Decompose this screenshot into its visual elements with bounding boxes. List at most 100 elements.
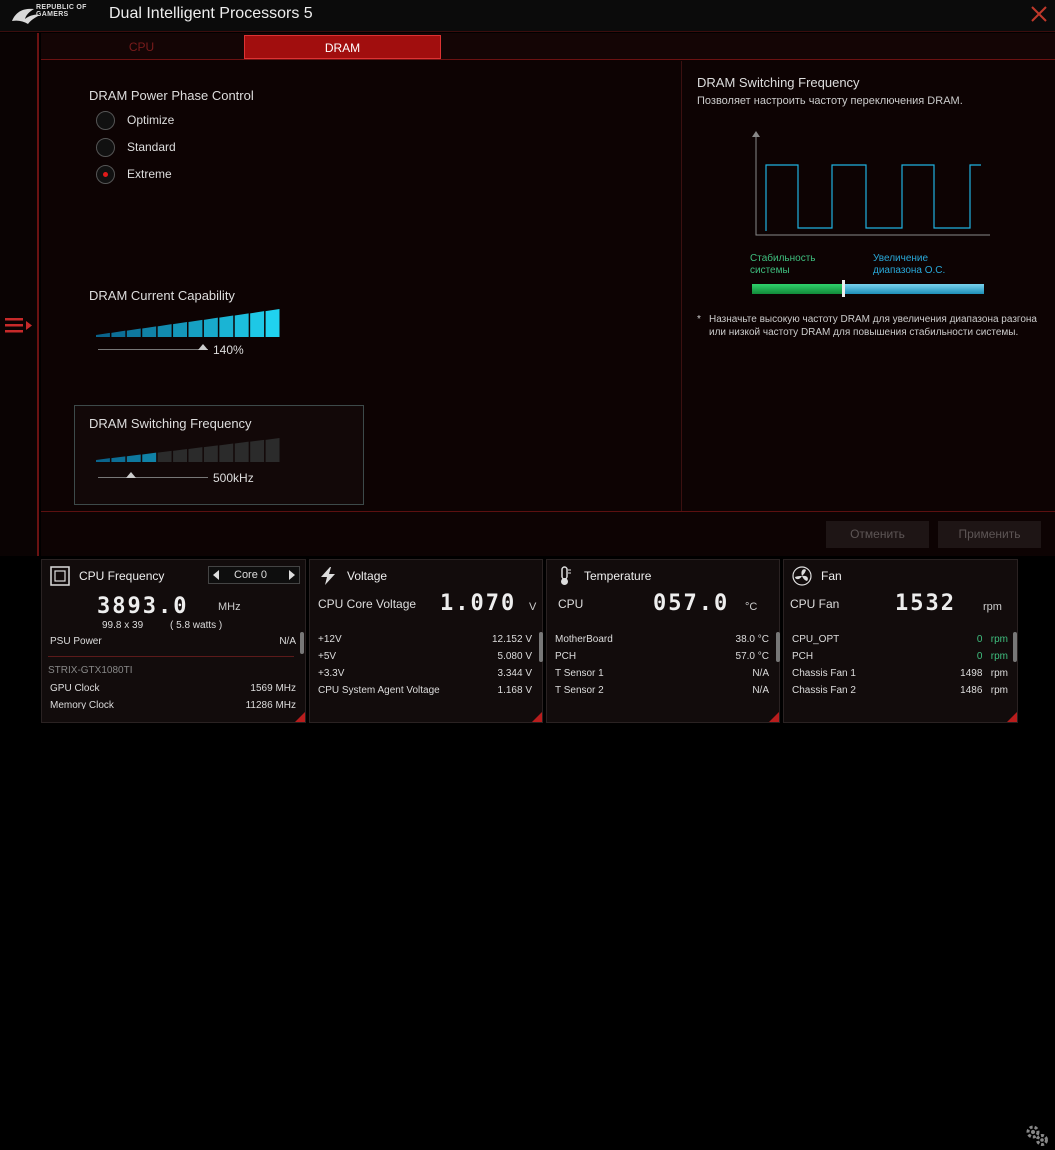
radio-button[interactable] <box>96 110 115 130</box>
fan-main-value: 1532 <box>895 591 956 616</box>
fan-speed-value: 1486 <box>960 685 983 696</box>
voltage-main-value: 1.070 <box>440 591 517 616</box>
settings-gear-icon[interactable] <box>1023 1122 1051 1150</box>
row-key: T Sensor 1 <box>555 668 604 679</box>
info-title: DRAM Switching Frequency <box>697 75 860 90</box>
temperature-title: Temperature <box>584 569 652 583</box>
fan-main-unit: rpm <box>983 601 1002 613</box>
menu-expand-icon[interactable] <box>4 316 36 338</box>
fan-speed-unit: rpm <box>990 651 1008 662</box>
radio-button-selected[interactable] <box>96 164 115 184</box>
row-key: +5V <box>318 651 337 662</box>
logo-line-2: GAMERS <box>36 11 69 18</box>
switching-frequency-title: DRAM Switching Frequency <box>89 416 252 431</box>
list-item: PCH 0 rpm <box>792 649 1008 666</box>
radio-optimize[interactable]: Optimize <box>96 109 174 131</box>
fan-speed-unit: rpm <box>990 685 1008 696</box>
temperature-main-unit: °C <box>745 601 758 613</box>
cpu-multiplier: 99.8 x 39 <box>102 620 144 631</box>
voltage-main-unit: V <box>529 601 537 613</box>
expand-corner-icon[interactable] <box>1007 712 1017 722</box>
expand-corner-icon[interactable] <box>532 712 542 722</box>
fan-speed-unit: rpm <box>990 634 1008 645</box>
row-value: 57.0 °C <box>735 651 769 662</box>
level-bar-segment <box>219 315 234 337</box>
list-item: Chassis Fan 2 1486 rpm <box>792 683 1008 700</box>
prev-core-icon[interactable] <box>212 570 220 580</box>
list-item: +12V 12.152 V <box>318 632 532 649</box>
list-item: Chassis Fan 1 1498 rpm <box>792 666 1008 683</box>
level-bar-segment <box>157 450 172 462</box>
level-bar-segment <box>234 441 249 462</box>
row-value: 0 rpm <box>977 634 1008 645</box>
voltage-title: Voltage <box>347 569 388 583</box>
expand-corner-icon[interactable] <box>769 712 779 722</box>
scrollbar[interactable] <box>1013 632 1017 662</box>
apply-button[interactable]: Применить <box>938 521 1041 548</box>
close-button[interactable] <box>1028 4 1050 26</box>
voltage-card: Voltage CPU Core Voltage 1.070 V +12V 12.… <box>309 559 543 723</box>
title-bar: REPUBLIC OF GAMERS Dual Intelligent Proc… <box>0 0 1055 32</box>
info-description: Позволяет настроить частоту переключения… <box>697 95 963 107</box>
level-bar-segment <box>219 443 234 462</box>
switching-frequency-value: 500kHz <box>213 471 254 485</box>
logo-line-1: REPUBLIC OF <box>36 4 87 11</box>
info-note: * Назначьте высокую частоту DRAM для уве… <box>697 313 1047 339</box>
next-core-icon[interactable] <box>288 570 296 580</box>
list-item: CPU_OPT 0 rpm <box>792 632 1008 649</box>
switching-frequency-slider-handle-icon[interactable] <box>125 471 137 479</box>
close-icon <box>1031 6 1047 22</box>
row-value: N/A <box>279 636 296 647</box>
row-value: 1.168 V <box>497 685 532 696</box>
cancel-button[interactable]: Отменить <box>826 521 929 548</box>
radio-standard[interactable]: Standard <box>96 136 176 158</box>
tab-cpu[interactable]: CPU <box>69 35 214 59</box>
core-selector[interactable]: Core 0 <box>208 566 300 584</box>
tab-dram[interactable]: DRAM <box>244 35 441 59</box>
current-capability-level-bars <box>96 309 280 337</box>
row-key: Chassis Fan 1 <box>792 668 856 679</box>
row-value: N/A <box>752 685 769 696</box>
level-bar-segment <box>265 438 280 462</box>
level-bar-segment <box>188 319 203 337</box>
scrollbar[interactable] <box>776 632 780 662</box>
radio-label: Extreme <box>127 167 172 181</box>
info-panel: DRAM Switching Frequency Позволяет настр… <box>681 61 1055 511</box>
radio-extreme[interactable]: Extreme <box>96 163 172 185</box>
level-bar-segment <box>250 439 265 462</box>
level-bar-segment <box>157 324 172 337</box>
gpu-name: STRIX-GTX1080TI <box>48 665 133 676</box>
list-item: PSU Power N/A <box>50 634 296 651</box>
row-key: CPU_OPT <box>792 634 840 645</box>
current-capability-slider-track[interactable] <box>98 349 208 350</box>
level-bar-segment <box>96 458 110 462</box>
level-bar-segment <box>203 445 218 462</box>
current-capability-slider-handle-icon[interactable] <box>197 343 209 351</box>
row-key: PSU Power <box>50 636 102 647</box>
row-value: 3.344 V <box>497 668 532 679</box>
switching-frequency-level-bars <box>96 438 280 462</box>
radio-button[interactable] <box>96 137 115 157</box>
stability-range-bar <box>752 284 984 294</box>
row-key: PCH <box>555 651 577 662</box>
stability-bar-marker <box>842 280 845 297</box>
fan-speed-value: 0 <box>976 634 983 645</box>
gpu-divider <box>48 656 294 657</box>
level-bar-segment <box>111 456 126 462</box>
row-key: Chassis Fan 2 <box>792 685 856 696</box>
radio-label: Optimize <box>127 113 175 127</box>
row-value: 38.0 °C <box>735 634 769 645</box>
range-bar-segment <box>844 284 984 294</box>
logo-text: REPUBLIC OF GAMERS <box>36 4 87 18</box>
scrollbar[interactable] <box>539 632 543 662</box>
expand-corner-icon[interactable] <box>295 712 305 722</box>
tab-bar: CPU DRAM <box>41 33 1055 60</box>
scrollbar[interactable] <box>300 632 304 654</box>
app-title: Dual Intelligent Processors 5 <box>109 5 313 22</box>
switching-frequency-slider-track[interactable] <box>98 477 208 478</box>
row-key: CPU System Agent Voltage <box>318 685 440 696</box>
level-bar-segment <box>203 317 218 337</box>
level-bar-segment <box>173 449 187 462</box>
row-key: PCH <box>792 651 814 662</box>
switching-frequency-box[interactable]: DRAM Switching Frequency 500kHz <box>74 405 364 505</box>
